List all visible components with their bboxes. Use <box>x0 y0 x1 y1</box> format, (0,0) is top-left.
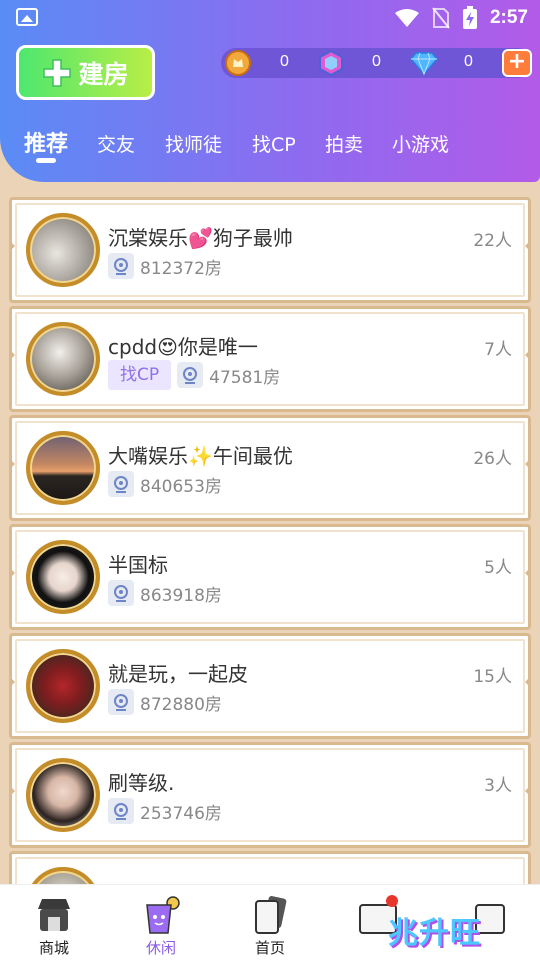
shop-icon <box>38 899 70 931</box>
room-member-count: 26人 <box>473 449 512 469</box>
room-card[interactable]: 就是玩，一起皮 15人 872880房 <box>9 633 531 739</box>
room-member-count: 3人 <box>484 776 512 796</box>
room-id-icon <box>108 471 134 497</box>
watermark-logo: 兆升旺 <box>388 916 481 951</box>
diamond-icon <box>410 52 438 75</box>
room-title: 就是玩，一起皮 <box>108 662 248 686</box>
status-time: 2:57 <box>489 7 528 28</box>
room-title: 刷等级. <box>108 771 175 795</box>
tab-find-cp[interactable]: 找CP <box>252 130 296 157</box>
room-id: 253746房 <box>140 803 222 824</box>
room-member-count: 5人 <box>484 558 512 578</box>
tab-friends[interactable]: 交友 <box>97 130 135 157</box>
room-id: 47581房 <box>209 367 281 388</box>
room-avatar <box>26 649 100 723</box>
recharge-button[interactable]: + <box>502 49 532 77</box>
room-card[interactable]: 沉棠娱乐💕狗子最帅 22人 812372房 <box>9 197 531 303</box>
nav-home[interactable]: 首页 <box>230 885 310 960</box>
gem-count: 0 <box>372 53 381 70</box>
room-avatar <box>26 431 100 505</box>
room-id-icon <box>108 798 134 824</box>
gem-icon <box>319 50 343 76</box>
room-member-count: 22人 <box>473 231 512 251</box>
build-room-label: 建房 <box>78 59 129 89</box>
no-sim-icon <box>432 7 450 29</box>
room-id-icon <box>177 362 204 388</box>
room-id: 863918房 <box>140 585 222 606</box>
coin-count: 0 <box>280 53 289 70</box>
gallery-icon <box>16 8 38 26</box>
room-id-icon <box>108 689 134 715</box>
room-id-icon <box>108 580 134 606</box>
coin-icon <box>225 50 251 76</box>
room-avatar <box>26 540 100 614</box>
tab-recommend[interactable]: 推荐 <box>24 126 68 158</box>
nav-shop-label: 商城 <box>38 939 69 957</box>
room-title: 大嘴娱乐✨午间最优 <box>108 444 293 468</box>
room-id-icon <box>108 253 134 279</box>
room-title: cpdd😍你是唯一 <box>108 335 258 359</box>
diamond-count: 0 <box>464 53 473 70</box>
nav-home-label: 首页 <box>254 939 285 957</box>
room-card[interactable]: 大嘴娱乐✨午间最优 26人 840653房 <box>9 415 531 521</box>
room-avatar <box>26 758 100 832</box>
tab-mentor[interactable]: 找师徒 <box>165 130 222 157</box>
room-card[interactable]: 刷等级. 3人 253746房 <box>9 742 531 848</box>
room-member-count: 15人 <box>473 667 512 687</box>
nav-leisure[interactable]: 休闲 <box>121 885 201 960</box>
build-room-button[interactable]: 建房 <box>16 45 155 100</box>
room-id: 812372房 <box>140 258 222 279</box>
room-id: 840653房 <box>140 476 222 497</box>
room-member-count: 7人 <box>484 340 512 360</box>
room-title: 半国标 <box>108 553 168 577</box>
currency-bar: 0 0 0 <box>221 48 532 78</box>
plus-icon <box>43 58 72 87</box>
battery-charging-icon <box>462 6 477 29</box>
room-tag: 找CP <box>108 360 172 390</box>
status-bar: 2:57 <box>0 0 540 36</box>
header: 2:57 建房 0 0 0 + 推荐 交友 找师徒 找CP 拍卖 小游戏 <box>0 0 540 182</box>
tab-auction[interactable]: 拍卖 <box>325 130 363 157</box>
room-avatar <box>26 322 100 396</box>
room-id: 872880房 <box>140 694 222 715</box>
wifi-icon <box>394 9 419 27</box>
tab-indicator <box>36 158 56 163</box>
room-title: 沉棠娱乐💕狗子最帅 <box>108 226 293 250</box>
nav-shop[interactable]: 商城 <box>14 885 94 960</box>
nav-leisure-label: 休闲 <box>145 939 176 957</box>
category-tabs: 推荐 交友 找师徒 找CP 拍卖 小游戏 <box>0 124 540 164</box>
home-cards-icon <box>255 896 287 934</box>
room-card[interactable]: 半国标 5人 863918房 <box>9 524 531 630</box>
leisure-drink-icon <box>146 896 180 934</box>
tab-mini-games[interactable]: 小游戏 <box>392 130 449 157</box>
room-avatar <box>26 213 100 287</box>
room-card[interactable]: cpdd😍你是唯一 7人 找CP 47581房 <box>9 306 531 412</box>
